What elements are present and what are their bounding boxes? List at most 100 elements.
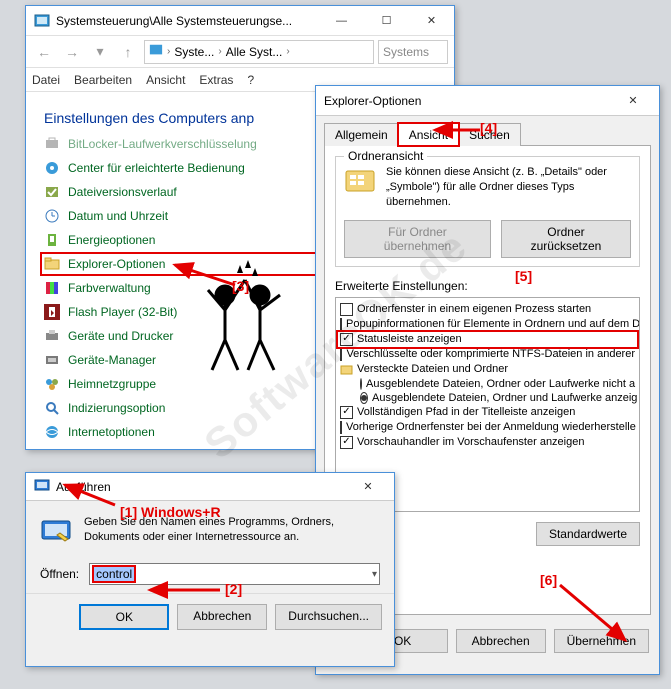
tree-item[interactable]: ✓Vollständigen Pfad in der Titelleiste a… [338,405,637,420]
checkbox[interactable]: ✓ [340,333,353,346]
checkbox[interactable]: ✓ [340,406,353,419]
menu-help[interactable]: ? [247,73,254,87]
chevron-icon: › [165,46,172,57]
tree-item-label: Vorherige Ordnerfenster bei der Anmeldun… [346,421,636,433]
forward-button[interactable]: → [60,40,84,64]
item-label: Indizierungsoption [68,401,165,415]
open-value: control [94,567,134,581]
radio[interactable] [360,378,362,390]
item-label: Heimnetzgruppe [68,377,156,391]
tree-item[interactable]: Popupinformationen für Elemente in Ordne… [338,317,637,332]
restore-defaults-button[interactable]: Standardwerte [536,522,640,546]
tree-item[interactable]: ✓ Vorschauhandler im Vorschaufenster anze… [338,435,637,450]
item-label: Center für erleichterte Bedienung [68,161,245,175]
eo-title: Explorer-Optionen [324,94,615,108]
tree-item-label: Popupinformationen für Elemente in Ordne… [346,318,640,330]
tree-item[interactable]: Ausgeblendete Dateien, Ordner oder Laufw… [338,377,637,391]
checkbox[interactable] [340,303,353,316]
open-label: Öffnen: [40,567,79,581]
tree-item[interactable]: Vorherige Ordnerfenster bei der Anmeldun… [338,420,637,435]
breadcrumb[interactable]: › Syste... › Alle Syst... › [144,40,374,64]
item-label: Datum und Uhrzeit [68,209,168,223]
apply-button[interactable]: Übernehmen [554,629,649,653]
cp-title: Systemsteuerung\Alle Systemsteuerungse..… [56,14,319,28]
radio[interactable] [360,392,368,404]
item-label: Explorer-Optionen [68,257,165,271]
tree-item[interactable]: Verschlüsselte oder komprimierte NTFS-Da… [338,347,637,362]
item-icon [44,400,60,416]
chevron-down-icon[interactable]: ▾ [372,569,377,580]
control-panel-icon [34,13,50,29]
item-icon [44,352,60,368]
cp-titlebar: Systemsteuerung\Alle Systemsteuerungse..… [26,6,454,36]
menu-extras[interactable]: Extras [199,73,233,87]
item-label: Energieoptionen [68,233,155,247]
folder-view-legend: Ordneransicht [344,149,427,163]
checkbox[interactable] [340,421,342,434]
maximize-button[interactable]: ☐ [364,6,409,35]
checkbox[interactable] [340,318,342,331]
item-icon [44,256,60,272]
tab-search[interactable]: Suchen [458,123,521,146]
ok-button[interactable]: OK [79,604,169,630]
tree-item-label: Vorschauhandler im Vorschaufenster anzei… [357,436,584,448]
search-input[interactable]: Systems [378,40,448,64]
menu-view[interactable]: Ansicht [146,73,185,87]
close-button[interactable]: ✕ [350,472,386,501]
breadcrumb-part[interactable]: Alle Syst... [226,45,283,59]
item-icon [44,208,60,224]
apply-to-folders-button[interactable]: Für Ordner übernehmen [344,220,491,258]
checkbox[interactable]: ✓ [340,436,353,449]
item-label: Geräte und Drucker [68,329,173,343]
browse-button[interactable]: Durchsuchen... [275,604,382,630]
item-icon [44,232,60,248]
folder-icon [344,165,376,210]
item-icon [44,328,60,344]
close-button[interactable]: ✕ [615,86,651,115]
nav-row: ← → ▾ ↑ › Syste... › Alle Syst... › Syst… [26,36,454,68]
up-button[interactable]: ↑ [116,40,140,64]
tree-item[interactable]: Ausgeblendete Dateien, Ordner und Laufwe… [338,391,637,405]
breadcrumb-part[interactable]: Syste... [174,45,214,59]
reset-folders-button[interactable]: Ordner zurücksetzen [501,220,631,258]
item-icon [44,280,60,296]
item-label: Flash Player (32-Bit) [68,305,177,319]
item-label: BitLocker-Laufwerkverschlüsselung [68,137,257,151]
item-icon [44,424,60,440]
tree-item[interactable]: ✓ Statusleiste anzeigen [338,332,637,347]
close-button[interactable]: ✕ [409,6,454,35]
tree-item-label: Versteckte Dateien und Ordner [357,363,508,375]
run-description: Geben Sie den Namen eines Programms, Ord… [84,515,380,545]
tree-item-label: Ausgeblendete Dateien, Ordner und Laufwe… [372,392,637,404]
checkbox[interactable] [340,348,342,361]
folder-icon [340,363,353,376]
folder-view-group: Ordneransicht Sie können diese Ansicht (… [335,156,640,267]
item-label: Geräte-Manager [68,353,156,367]
item-icon [44,160,60,176]
tree-item-label: Verschlüsselte oder komprimierte NTFS-Da… [346,348,635,360]
item-icon [44,304,60,320]
item-icon [44,376,60,392]
run-dialog: Ausführen ✕ Geben Sie den Namen eines Pr… [25,472,395,667]
recent-dropdown[interactable]: ▾ [88,40,112,64]
menu-edit[interactable]: Bearbeiten [74,73,132,87]
item-label: Dateiversionsverlauf [68,185,177,199]
folder-view-desc: Sie können diese Ansicht (z. B. „Details… [386,165,631,210]
item-icon [44,136,60,152]
open-combobox[interactable]: control ▾ [89,563,380,585]
run-icon-small [34,477,50,496]
tree-item[interactable]: Versteckte Dateien und Ordner [338,362,637,377]
menu-file[interactable]: Datei [32,73,60,87]
back-button[interactable]: ← [32,40,56,64]
tree-item-label: Statusleiste anzeigen [357,333,462,345]
tab-view[interactable]: Ansicht [398,123,459,146]
cancel-button[interactable]: Abbrechen [177,604,267,630]
minimize-button[interactable]: — [319,6,364,35]
tab-general[interactable]: Allgemein [324,123,399,146]
run-title: Ausführen [56,480,350,494]
cancel-button[interactable]: Abbrechen [456,629,546,653]
chevron-icon: › [284,46,291,57]
tree-item[interactable]: Ordnerfenster in einem eigenen Prozess s… [338,302,637,317]
item-label: Farbverwaltung [68,281,151,295]
advanced-settings-label: Erweiterte Einstellungen: [335,279,640,293]
